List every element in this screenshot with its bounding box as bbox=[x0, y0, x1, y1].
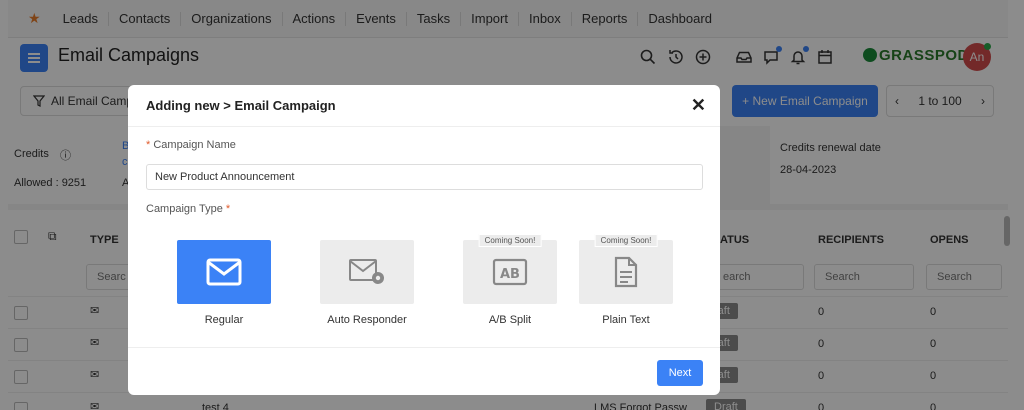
type-option-regular[interactable] bbox=[177, 240, 271, 304]
campaign-name-input[interactable] bbox=[146, 164, 703, 190]
svg-text:AB: AB bbox=[500, 267, 520, 282]
modal-footer: Next bbox=[128, 347, 720, 395]
modal-header: Adding new > Email Campaign bbox=[128, 85, 720, 127]
coming-soon-badge: Coming Soon! bbox=[594, 234, 658, 247]
type-label-plain-text: Plain Text bbox=[602, 314, 650, 326]
type-option-plain-text[interactable]: Coming Soon! bbox=[579, 234, 673, 304]
required-marker: * bbox=[225, 203, 231, 215]
ab-icon: AB bbox=[492, 258, 528, 286]
next-button[interactable]: Next bbox=[657, 360, 703, 386]
document-icon bbox=[614, 256, 638, 288]
type-label-auto-responder: Auto Responder bbox=[327, 314, 407, 326]
campaign-type-label-text: Campaign Type bbox=[146, 203, 223, 215]
modal-title: Adding new > Email Campaign bbox=[146, 98, 336, 113]
required-marker: * bbox=[146, 139, 151, 151]
campaign-name-label: * Campaign Name bbox=[146, 139, 236, 151]
close-icon[interactable]: ✕ bbox=[691, 95, 706, 116]
campaign-name-label-text: Campaign Name bbox=[153, 139, 236, 151]
type-option-ab-split[interactable]: Coming Soon! AB bbox=[463, 234, 557, 304]
type-label-ab-split: A/B Split bbox=[488, 314, 532, 326]
new-campaign-modal: Adding new > Email Campaign ✕ * Campaign… bbox=[128, 85, 720, 395]
type-option-auto-responder[interactable] bbox=[320, 240, 414, 304]
coming-soon-badge: Coming Soon! bbox=[478, 234, 542, 247]
campaign-type-label: Campaign Type * bbox=[146, 203, 230, 215]
envelope-gear-icon bbox=[349, 259, 384, 284]
envelope-icon bbox=[206, 258, 242, 286]
type-label-regular: Regular bbox=[204, 314, 244, 326]
